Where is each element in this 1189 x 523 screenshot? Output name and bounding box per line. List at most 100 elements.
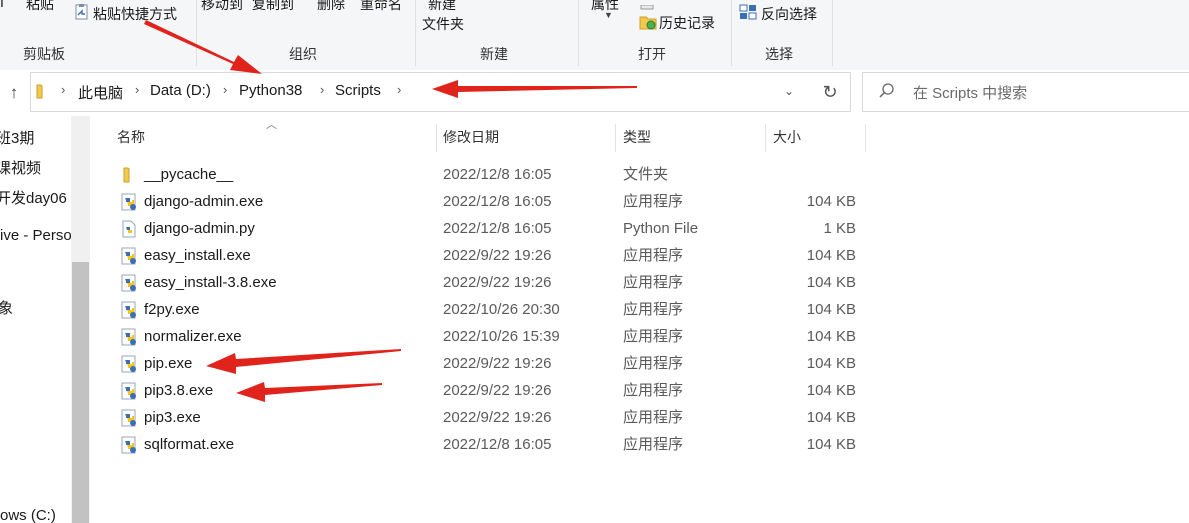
file-row[interactable]: pip.exe 2022/9/22 19:26 应用程序 104 KB <box>100 350 870 377</box>
file-size: 104 KB <box>806 409 856 426</box>
python-exe-icon <box>120 355 138 373</box>
file-row[interactable]: normalizer.exe 2022/10/26 15:39 应用程序 104 KB <box>100 323 870 350</box>
file-size: 104 KB <box>806 193 856 210</box>
file-size <box>750 161 856 188</box>
history-button[interactable]: 历史记录 <box>659 13 715 33</box>
nav-scrollbar-thumb[interactable] <box>72 262 89 523</box>
file-row[interactable]: sqlformat.exe 2022/12/8 16:05 应用程序 104 KB <box>100 431 870 458</box>
breadcrumb-scripts[interactable]: Scripts <box>335 82 381 99</box>
file-row[interactable]: django-admin.exe 2022/12/8 16:05 应用程序 104 K… <box>100 188 870 215</box>
new-folder-button-line2[interactable]: 文件夹 <box>422 14 464 34</box>
file-type: 应用程序 <box>623 355 684 372</box>
column-divider[interactable] <box>865 124 866 152</box>
search-icon <box>878 82 896 105</box>
new-folder-button-line1[interactable]: 新建 <box>428 0 456 14</box>
history-icon <box>639 13 657 36</box>
python-exe-icon <box>120 193 138 211</box>
file-row[interactable]: __pycache__ 2022/12/8 16:05 文件夹 <box>100 161 870 188</box>
file-size: 104 KB <box>806 247 856 264</box>
file-name: django-admin.exe <box>144 193 264 210</box>
column-header-size[interactable]: 大小 <box>773 124 801 150</box>
refresh-button[interactable]: ↻ <box>810 72 851 112</box>
address-bar[interactable] <box>30 72 812 112</box>
file-size: 104 KB <box>806 328 856 345</box>
column-header-name[interactable]: 名称 <box>117 124 145 150</box>
file-name: sqlformat.exe <box>144 436 235 453</box>
group-label-select: 选择 <box>765 46 793 62</box>
file-type: 应用程序 <box>623 382 684 399</box>
file-name: __pycache__ <box>144 166 234 183</box>
python-exe-icon <box>120 328 138 346</box>
breadcrumb-this-pc[interactable]: 此电脑 <box>78 82 123 103</box>
paste-shortcut-button[interactable]: 粘贴快捷方式 <box>93 4 177 24</box>
nav-item[interactable]: ive - Perso <box>0 227 71 244</box>
file-row[interactable]: easy_install-3.8.exe 2022/9/22 19:26 应用程序 1… <box>100 269 870 296</box>
group-label-clipboard: 剪贴板 <box>23 46 65 62</box>
refresh-icon: ↻ <box>822 82 838 102</box>
nav-item[interactable]: 课视频 <box>0 157 41 178</box>
ribbon-divider <box>196 0 197 66</box>
column-divider[interactable] <box>436 124 437 152</box>
chevron-right-icon[interactable]: › <box>61 82 65 97</box>
file-date-modified: 2022/12/8 16:05 <box>443 166 552 183</box>
column-divider[interactable] <box>765 124 766 152</box>
ribbon-divider <box>578 0 579 66</box>
file-name: pip3.exe <box>144 409 201 426</box>
group-label-new: 新建 <box>480 46 508 62</box>
nav-item[interactable]: 开发day06 <box>0 187 67 208</box>
file-name: pip.exe <box>144 355 193 372</box>
breadcrumb-python38[interactable]: Python38 <box>239 82 302 99</box>
file-size: 104 KB <box>806 382 856 399</box>
folder-icon <box>120 166 138 184</box>
chevron-right-icon[interactable]: › <box>397 82 401 97</box>
file-row[interactable]: django-admin.py 2022/12/8 16:05 Python Fil… <box>100 215 870 242</box>
ribbon-fragment: I <box>0 0 4 10</box>
delete-button[interactable]: 删除 <box>317 0 345 14</box>
up-arrow-icon[interactable]: ↑ <box>4 82 24 104</box>
chevron-down-icon[interactable]: ⌄ <box>784 84 794 98</box>
group-label-organize: 组织 <box>289 46 317 62</box>
file-name: easy_install-3.8.exe <box>144 274 277 291</box>
file-row[interactable]: f2py.exe 2022/10/26 20:30 应用程序 104 KB <box>100 296 870 323</box>
file-date-modified: 2022/9/22 19:26 <box>443 274 552 291</box>
file-type: 应用程序 <box>623 409 684 426</box>
move-to-button[interactable]: 移动到 <box>201 0 243 14</box>
invert-selection-button[interactable]: 反向选择 <box>761 4 817 24</box>
file-date-modified: 2022/9/22 19:26 <box>443 382 552 399</box>
file-date-modified: 2022/9/22 19:26 <box>443 355 552 372</box>
column-header-type[interactable]: 类型 <box>623 124 651 150</box>
chevron-right-icon[interactable]: › <box>320 82 324 97</box>
copy-to-button[interactable]: 复制到 <box>252 0 294 14</box>
file-size: 104 KB <box>806 436 856 453</box>
python-exe-icon <box>120 301 138 319</box>
file-size: 104 KB <box>806 355 856 372</box>
breadcrumb-data-drive[interactable]: Data (D:) <box>150 82 211 99</box>
file-name: normalizer.exe <box>144 328 242 345</box>
file-row[interactable]: easy_install.exe 2022/9/22 19:26 应用程序 104 K… <box>100 242 870 269</box>
chevron-right-icon[interactable]: › <box>223 82 227 97</box>
search-placeholder[interactable]: 在 Scripts 中搜索 <box>913 82 1027 103</box>
nav-item[interactable]: 班3期 <box>0 127 34 148</box>
nav-item[interactable]: ows (C:) <box>0 507 56 523</box>
python-file-icon <box>120 220 138 238</box>
column-header-date[interactable]: 修改日期 <box>443 124 499 150</box>
column-divider[interactable] <box>615 124 616 152</box>
chevron-right-icon[interactable]: › <box>135 82 139 97</box>
paste-shortcut-icon <box>74 4 90 25</box>
ribbon-divider <box>731 0 732 66</box>
nav-item[interactable]: 象 <box>0 297 13 318</box>
file-date-modified: 2022/10/26 20:30 <box>443 301 560 318</box>
file-type: 应用程序 <box>623 436 684 453</box>
file-type: 应用程序 <box>623 301 684 318</box>
navigation-pane: 班3期 课视频 开发day06 ive - Perso 象 ows (C:) <box>0 116 71 523</box>
file-row[interactable]: pip3.exe 2022/9/22 19:26 应用程序 104 KB <box>100 404 870 431</box>
file-row[interactable]: pip3.8.exe 2022/9/22 19:26 应用程序 104 KB <box>100 377 870 404</box>
sort-ascending-icon: ︿ <box>266 119 277 131</box>
file-name: django-admin.py <box>144 220 255 237</box>
properties-dropdown-icon[interactable]: ▼ <box>604 10 613 20</box>
file-type: 应用程序 <box>623 274 684 291</box>
rename-button[interactable]: 重命名 <box>360 0 402 14</box>
python-exe-icon <box>120 247 138 265</box>
file-date-modified: 2022/9/22 19:26 <box>443 409 552 426</box>
paste-button[interactable]: 粘贴 <box>26 0 54 14</box>
